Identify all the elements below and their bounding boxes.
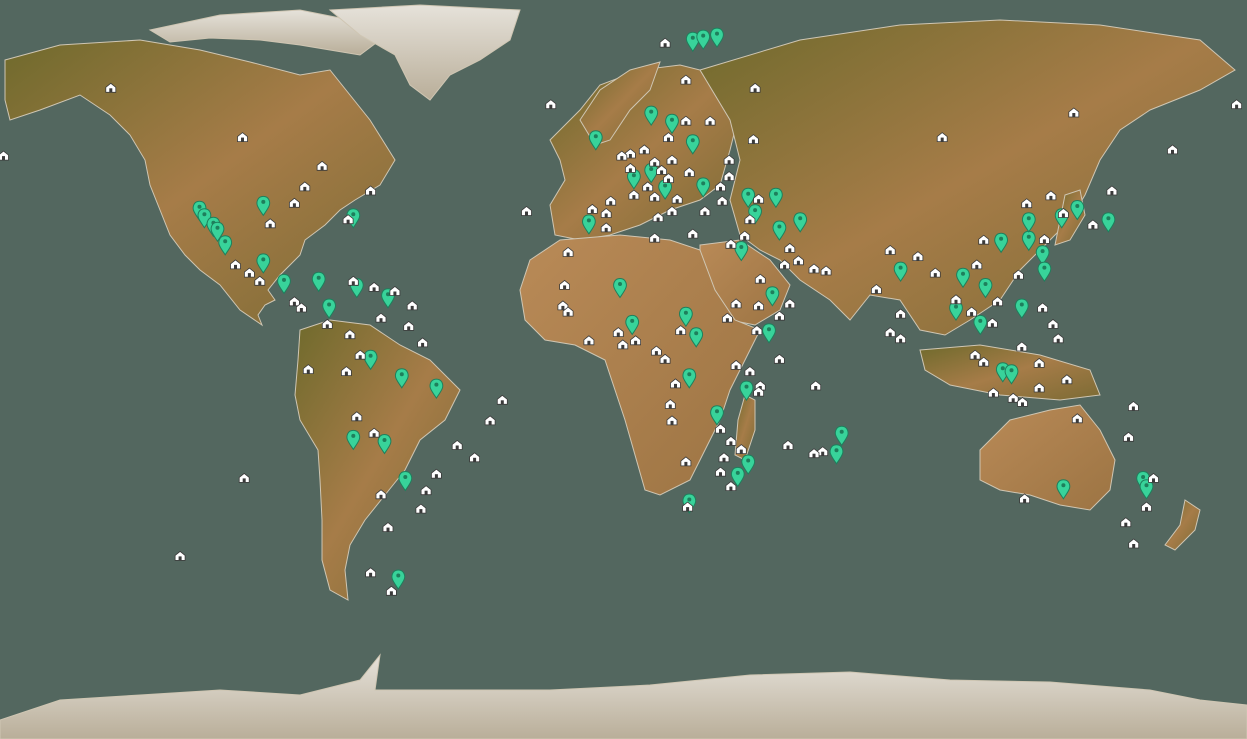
map-canvas[interactable] — [0, 0, 1247, 739]
world-map[interactable] — [0, 0, 1247, 739]
